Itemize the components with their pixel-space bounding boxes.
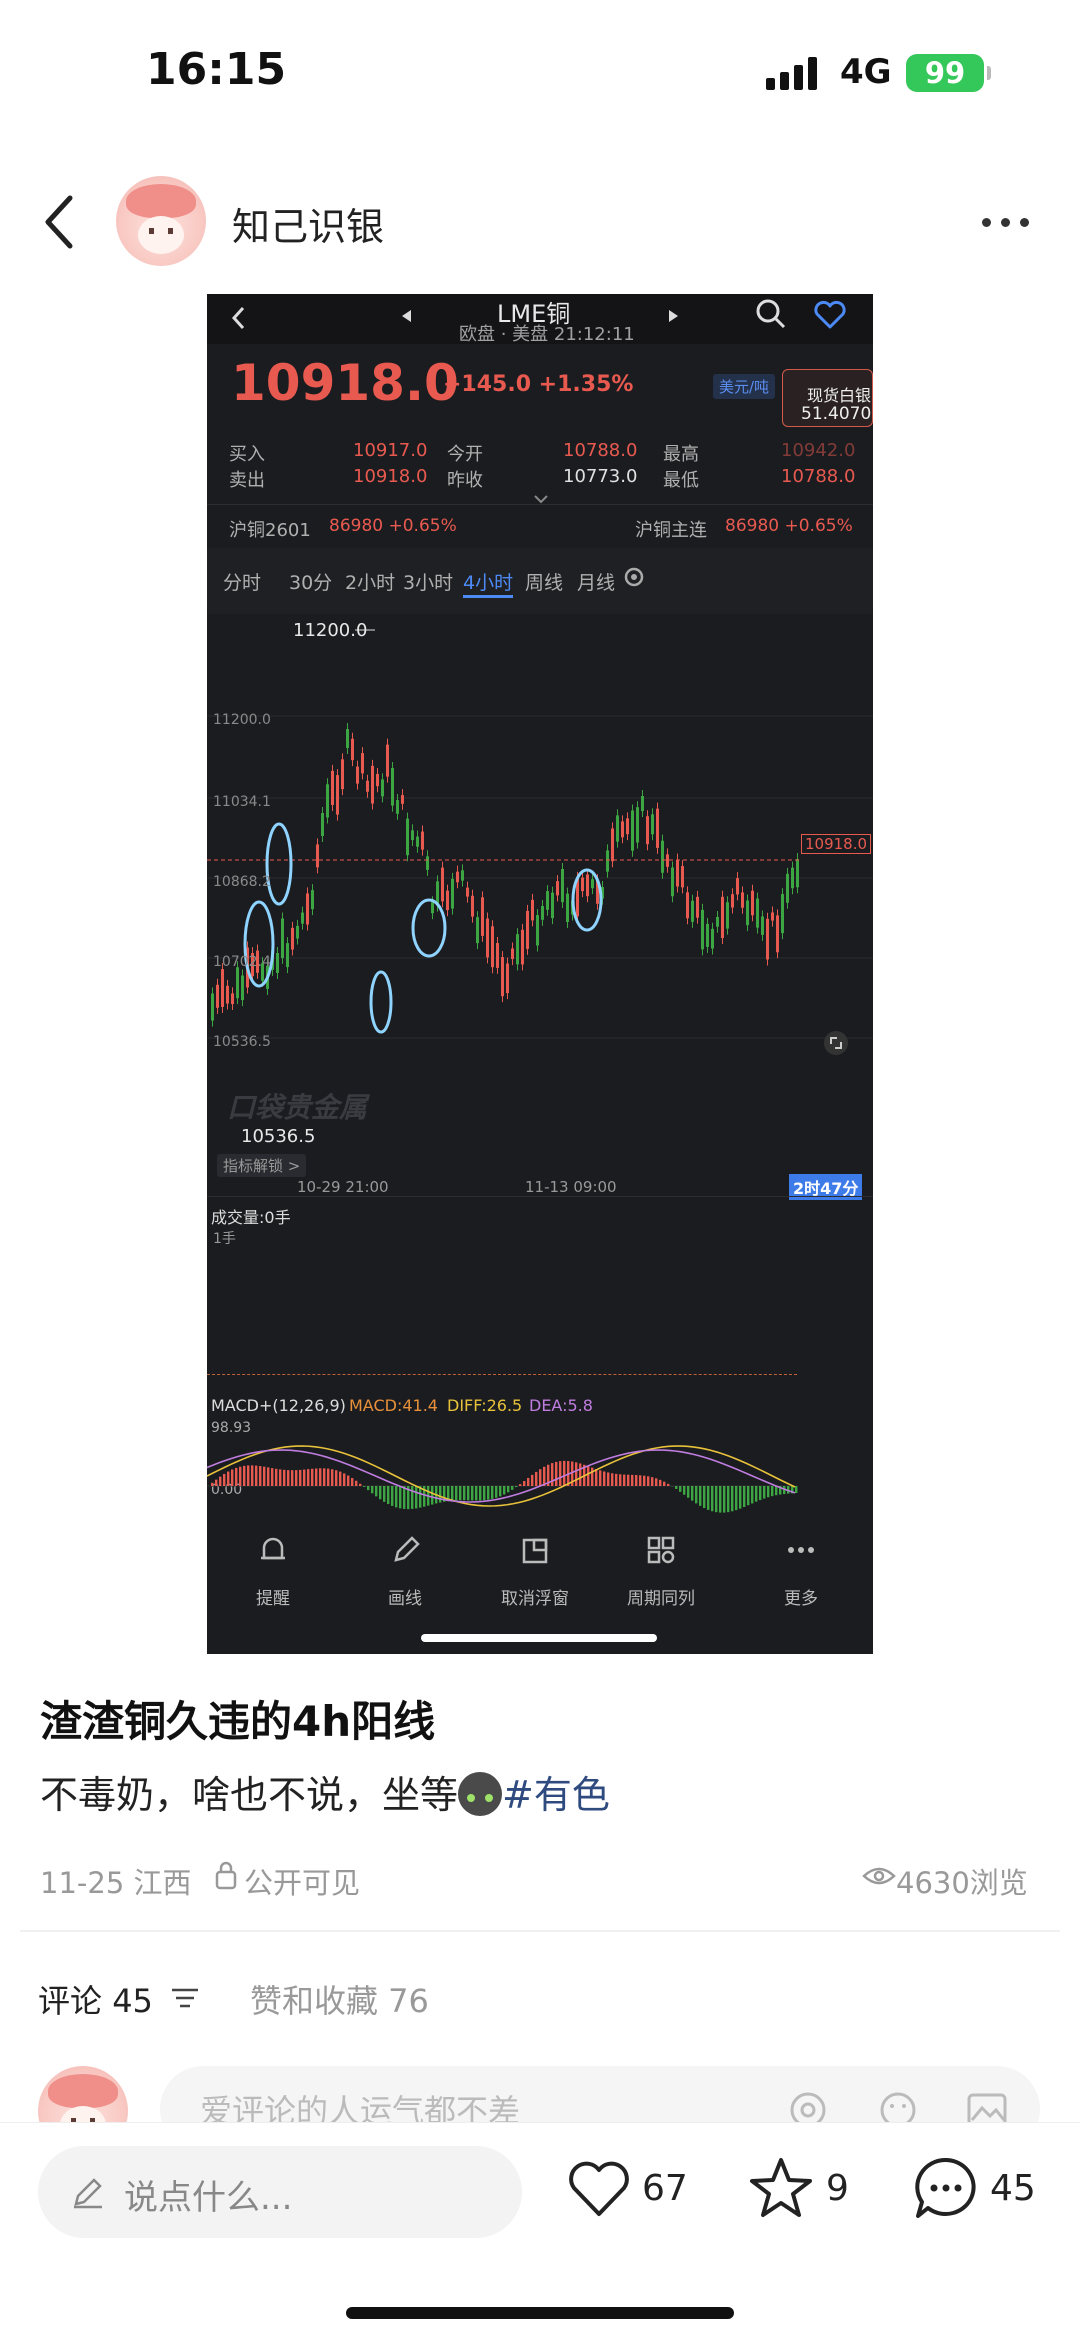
fullscreen-icon [824,1031,848,1055]
next-icon [669,310,678,322]
related-right-name: 沪铜主连 [635,520,707,541]
buy-value: 10917.0 [353,440,428,461]
symbol-subtitle: 欧盘 · 美盘 21:12:11 [459,324,635,345]
nav-cancel-float: 取消浮窗 [501,1589,569,1609]
prev-icon [402,310,411,322]
post-visibility: 公开可见 [244,1866,361,1900]
pen-icon [365,1534,445,1574]
battery-level: 99 [924,56,966,90]
username[interactable]: 知己识银 [232,196,384,251]
signal-icon [766,56,817,90]
pencil-icon [74,2178,102,2209]
status-time: 16:15 [146,44,287,95]
search-icon [756,299,786,329]
macd-chart [207,1445,798,1513]
comments-count-bottom: 45 [990,2168,1036,2209]
last-price: 10918.0 [231,354,459,412]
x-label-1: 11-13 09:00 [525,1178,617,1196]
high-value: 10942.0 [781,440,856,461]
y-label-3: 10702.4 [213,954,271,970]
low-marker: 10536.5 [241,1126,316,1147]
post-body: 不毒奶，啥也不说，坐等 #有色 [40,1764,610,1819]
post-title: 渣渣铜久违的4h阳线 [40,1697,436,1746]
y-label-0: 11200.0 [213,712,271,728]
y-label-2: 10868.2 [213,874,271,890]
dea-value: DEA:5.8 [529,1396,593,1415]
post-body-text: 不毒奶，啥也不说，坐等 [40,1773,459,1817]
lock-icon [215,1861,237,1890]
post-views: 4630浏览 [896,1866,1028,1900]
heart-icon[interactable] [566,2158,632,2220]
spot-silver-label: 现货白银 [807,386,872,405]
high-marker: 11200.0 [293,620,368,641]
spot-silver-value: 51.4070 [801,404,872,424]
post-date-location: 11-25 江西 [40,1866,192,1900]
indicator-unlock-button: 指标解锁 > [217,1154,307,1177]
sell-value: 10918.0 [353,466,428,487]
macd-params: MACD+(12,26,9) [211,1396,346,1415]
volume-label: 成交量:0手 [211,1208,291,1227]
open-label: 今开 [447,444,483,465]
related-left-name: 沪铜2601 [229,520,311,541]
nav-draw: 画线 [388,1589,422,1609]
current-price-tag: 10918.0 [801,834,872,854]
settings-icon [624,567,644,587]
volume-unit: 1手 [213,1231,236,1247]
more-icon[interactable] [982,218,1029,227]
likes-favorites-tab[interactable]: 赞和收藏 76 [250,1976,429,2022]
comments-tab[interactable]: 评论 45 [38,1976,153,2022]
say-something-placeholder: 说点什么... [124,2178,293,2218]
battery-icon: 99 [906,54,991,92]
app-home-indicator [421,1634,657,1642]
unit-button: 美元/吨 [713,374,776,399]
star-icon[interactable] [748,2156,814,2220]
diff-value: DIFF:26.5 [447,1396,523,1415]
related-right-value: 86980 +0.65% [725,516,853,536]
home-indicator [346,2307,734,2319]
y-label-1: 11034.1 [213,794,271,810]
bell-icon [233,1534,313,1574]
watermark: 口袋贵金属 [227,1091,368,1124]
grid-icon [621,1534,701,1574]
favorite-heart-icon [814,300,846,329]
app-back-icon [231,306,245,330]
favorites-count: 9 [826,2168,849,2209]
prev-close-label: 昨收 [447,470,483,491]
comments-count: 45 [112,1982,153,2020]
back-icon[interactable] [40,192,80,256]
network-label: 4G [840,52,892,92]
avatar[interactable] [116,176,206,266]
low-value: 10788.0 [781,466,856,487]
eye-icon [862,1867,896,1885]
sell-label: 卖出 [229,470,265,491]
more-dots-icon [761,1534,841,1574]
open-value: 10788.0 [563,440,638,461]
comment-bubble-icon[interactable] [912,2156,980,2222]
price-change: +145.0 +1.35% [443,372,634,397]
float-window-icon [495,1534,575,1574]
related-left-value: 86980 +0.65% [329,516,457,536]
hashtag-link[interactable]: #有色 [502,1773,610,1817]
likes-count: 67 [642,2168,688,2209]
buy-label: 买入 [229,444,265,465]
divider [20,1930,1060,1932]
prev-close-value: 10773.0 [563,466,638,487]
nav-alert: 提醒 [256,1589,290,1609]
y-label-4: 10536.5 [213,1034,271,1050]
nav-more: 更多 [784,1589,818,1609]
macd-value: MACD:41.4 [349,1396,438,1415]
high-label: 最高 [663,444,699,465]
post-image[interactable]: LME铜 欧盘 · 美盘 21:12:11 10918.0 +145.0 +1.… [207,294,873,1654]
low-label: 最低 [663,470,699,491]
x-label-0: 10-29 21:00 [297,1178,389,1196]
nav-period-align: 周期同列 [627,1589,695,1609]
expand-chevron-icon [534,495,548,504]
cat-emoji-icon [458,1772,503,1816]
sort-icon[interactable] [170,1984,200,2012]
